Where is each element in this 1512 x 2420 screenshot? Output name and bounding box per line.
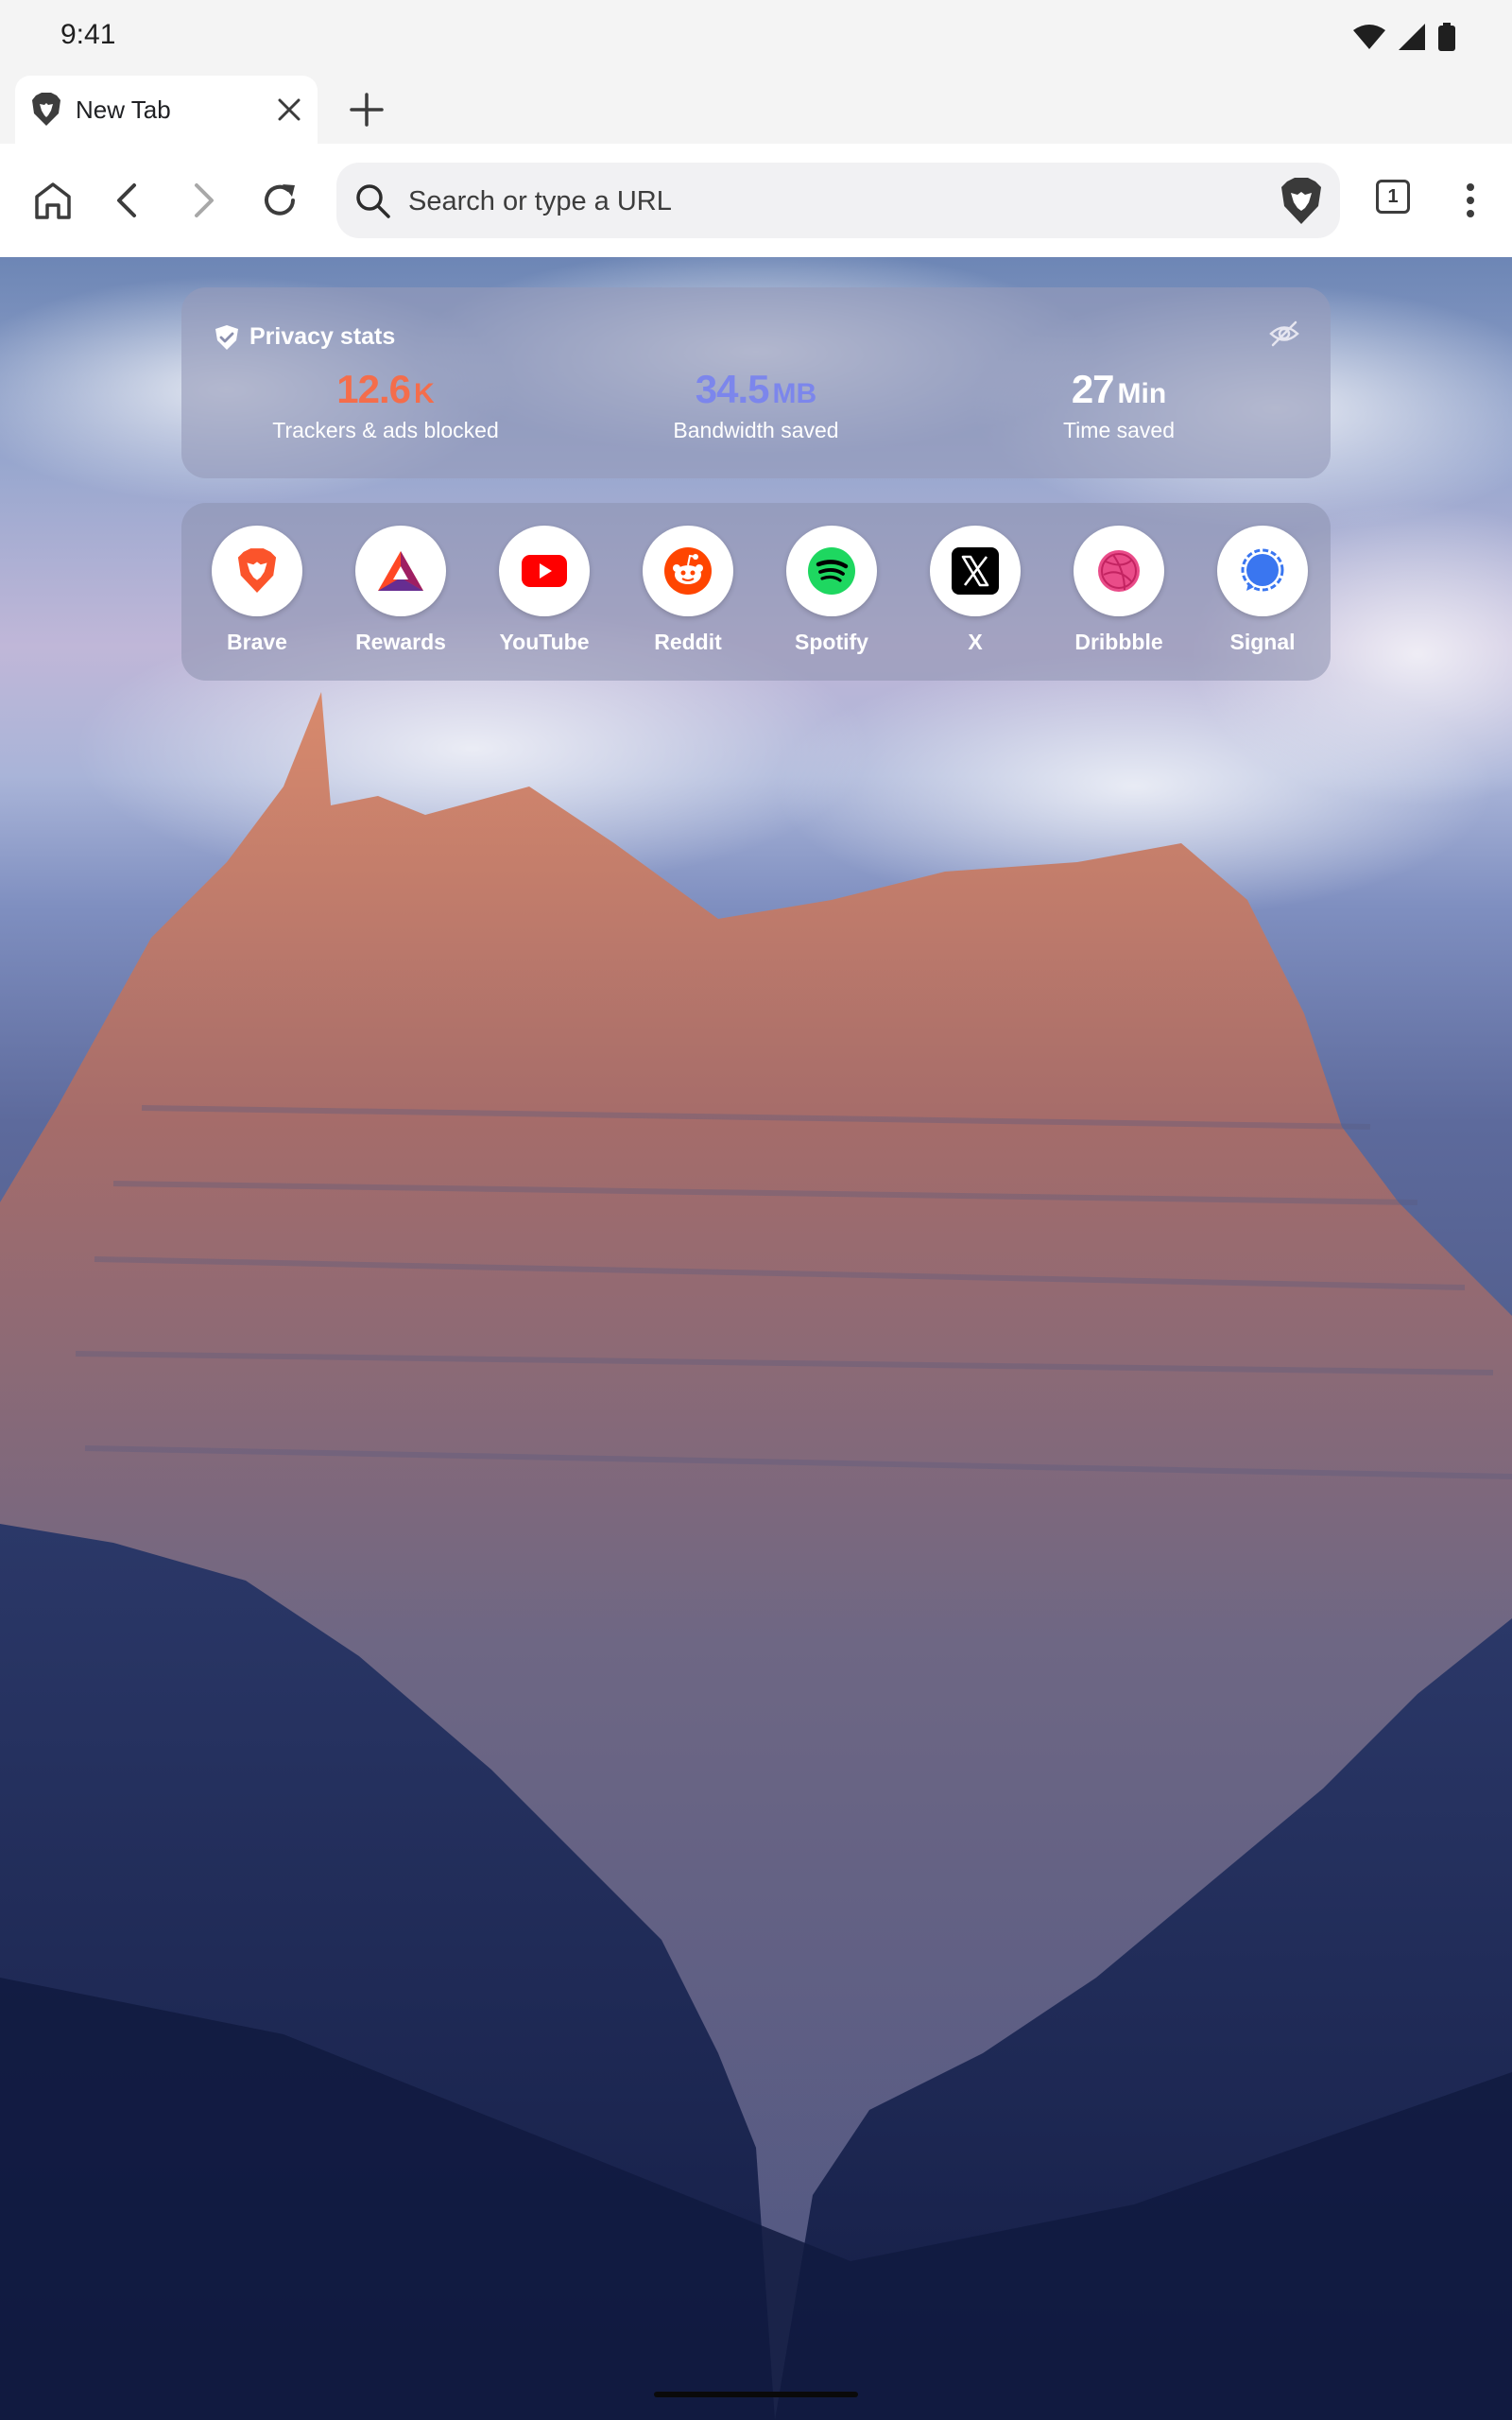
top-site-signal-label: Signal [1229,630,1296,654]
toolbar: 1 [0,144,1512,257]
status-time: 9:41 [60,19,116,50]
privacy-stats-title: Privacy stats [249,323,396,350]
stat-trackers-value: 12.6 [336,367,411,411]
top-site-dribbble-label: Dribbble [1074,630,1163,654]
spotify-icon [808,547,855,595]
top-site-signal-tile[interactable] [1217,526,1308,616]
gesture-nav-bar[interactable] [654,2392,858,2397]
omnibox[interactable] [336,163,1340,238]
top-site-reddit-tile[interactable] [643,526,733,616]
top-site-brave-tile[interactable] [212,526,302,616]
top-site-rewards-label: Rewards [355,630,446,654]
status-icons [1353,21,1455,53]
signal-icon [1241,548,1284,592]
new-tab-plus-icon[interactable] [348,91,386,129]
top-site-rewards-tile[interactable] [355,526,446,616]
brave-lion-icon [237,548,277,593]
top-site-dribbble-tile[interactable] [1074,526,1164,616]
search-icon [356,184,390,218]
stat-trackers-unit: K [414,378,435,409]
reload-icon[interactable] [257,178,302,223]
bat-triangle-icon [378,551,423,591]
youtube-icon [522,555,567,587]
stat-bandwidth-unit: MB [772,378,817,409]
back-arrow-icon[interactable] [106,178,151,223]
privacy-stats-header: Privacy stats [215,323,395,351]
top-site-spotify-label: Spotify [795,630,868,654]
x-icon [952,547,999,595]
stat-bandwidth-label: Bandwidth saved [673,418,839,442]
forward-arrow-icon[interactable] [180,178,225,223]
top-site-spotify-tile[interactable] [786,526,877,616]
stat-time-value: 27 [1071,367,1115,411]
top-site-dribbble[interactable]: Dribbble [1047,526,1191,655]
stat-time-unit: Min [1117,378,1167,409]
tab-new-tab[interactable]: New Tab [15,76,318,144]
top-site-youtube-label: YouTube [499,630,590,654]
tab-switcher-button[interactable]: 1 [1376,180,1410,214]
stat-time-label: Time saved [1062,418,1176,442]
tab-title: New Tab [76,95,171,124]
battery-icon [1438,23,1455,51]
top-site-rewards[interactable]: Rewards [329,526,472,655]
dribbble-icon [1098,550,1140,592]
top-site-reddit-label: Reddit [654,630,722,654]
top-site-reddit[interactable]: Reddit [616,526,760,655]
top-site-brave-label: Brave [227,630,287,654]
top-site-x[interactable]: X [903,526,1047,655]
hide-stats-eye-off-icon[interactable] [1268,318,1300,350]
top-site-x-tile[interactable] [930,526,1021,616]
tab-strip: New Tab [0,76,1512,144]
top-site-spotify[interactable]: Spotify [760,526,903,655]
brave-shields-icon[interactable] [1280,178,1323,225]
top-site-brave[interactable]: Brave [185,526,329,655]
wifi-icon [1353,25,1385,49]
top-site-signal[interactable]: Signal [1191,526,1334,655]
stat-trackers-label: Trackers & ads blocked [272,418,499,442]
shield-check-icon [215,324,238,350]
privacy-stats-widget: Privacy stats 12.6 K Trackers & ads block… [181,287,1331,478]
top-site-youtube[interactable]: YouTube [472,526,616,655]
search-input[interactable] [406,176,1223,227]
stat-bandwidth-value: 34.5 [695,367,770,411]
cellular-signal-icon [1399,24,1425,50]
stat-bandwidth-saved: 34.5 MB Bandwidth saved [567,367,945,443]
stat-time-saved: 27 Min Time saved [930,367,1308,443]
close-tab-icon[interactable] [276,96,302,123]
brave-favicon-icon [32,93,60,126]
stat-trackers-blocked: 12.6 K Trackers & ads blocked [197,367,575,443]
reddit-icon [664,547,712,595]
more-options-icon[interactable] [1453,178,1487,223]
top-site-youtube-tile[interactable] [499,526,590,616]
top-sites-widget: Brave Rewards YouTube Reddit Spotify X D… [181,503,1331,681]
home-icon[interactable] [30,178,76,223]
top-site-x-label: X [968,630,983,654]
status-bar: 9:41 [0,0,1512,76]
